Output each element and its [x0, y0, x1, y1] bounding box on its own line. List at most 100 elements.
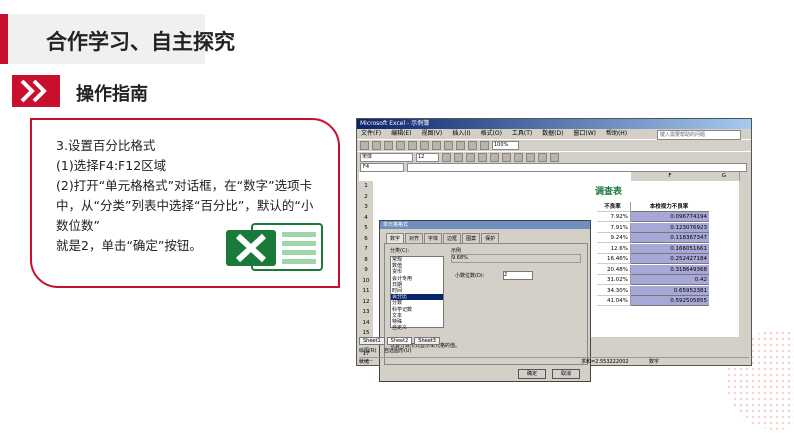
cancel-button[interactable]: 取消	[552, 369, 580, 379]
title-accent	[0, 14, 8, 64]
category-list[interactable]: 常规 数值 货币 会计专用 日期 时间 百分比 分数 科学记数 文本 特殊 自定义	[390, 256, 444, 331]
cell-e[interactable]: 16.46%	[597, 254, 631, 264]
decimal-label: 小数位数(D):	[455, 273, 485, 279]
col-header-g[interactable]: G	[709, 172, 740, 181]
tab-font[interactable]: 字体	[424, 233, 443, 243]
cell-f[interactable]: 0.166051661	[631, 243, 709, 254]
autoshape-menu[interactable]: 自选图形(U)	[384, 348, 412, 354]
cell-f[interactable]: 0.096774194	[631, 212, 709, 222]
cell-e[interactable]: 7.92%	[597, 212, 631, 222]
cell-e[interactable]: 20.48%	[597, 264, 631, 275]
sheet-title: 调查表	[595, 187, 623, 197]
status-ready: 就绪	[359, 359, 370, 365]
cell-f[interactable]: 0.65952381	[631, 285, 709, 296]
cell-f[interactable]: 0.252427184	[631, 254, 709, 264]
percent-icon[interactable]	[526, 153, 535, 162]
align-right-icon[interactable]	[502, 153, 511, 162]
category-label: 分类(C):	[390, 248, 410, 254]
tab-protection[interactable]: 保护	[481, 233, 500, 243]
dialog-tabs: 数字 对齐 字体 边框 图案 保护	[386, 233, 590, 243]
cell-e[interactable]: 9.24%	[597, 233, 631, 243]
cell-e[interactable]: 12.6%	[597, 243, 631, 254]
copy-icon[interactable]	[420, 141, 429, 150]
help-search-input[interactable]: 键入需要帮助的问题	[657, 130, 741, 140]
tab-alignment[interactable]: 对齐	[405, 233, 424, 243]
format-toolbar: 宋体 12	[357, 151, 751, 163]
dialog-title: 单元格格式	[380, 221, 590, 229]
sheet-tab-2[interactable]: Sheet2	[386, 337, 413, 345]
cut-icon[interactable]	[408, 141, 417, 150]
underline-icon[interactable]	[466, 153, 475, 162]
sample-label: 示例	[451, 248, 462, 254]
status-bar: 就绪 求和=2.553222002 数字	[359, 357, 749, 366]
ok-button[interactable]: 确定	[518, 369, 546, 379]
cell-f[interactable]: 0.592505855	[631, 296, 709, 306]
draw-menu[interactable]: 绘图(R)	[359, 348, 376, 354]
cell-f[interactable]: 0.42	[631, 275, 709, 285]
sum-icon[interactable]	[456, 141, 465, 150]
step-title: 3.设置百分比格式	[56, 138, 156, 153]
tab-border[interactable]: 边框	[443, 233, 462, 243]
align-center-icon[interactable]	[490, 153, 499, 162]
tab-number[interactable]: 数字	[386, 233, 405, 243]
sort-icon[interactable]	[468, 141, 477, 150]
tab-pattern[interactable]: 图案	[462, 233, 481, 243]
menu-insert[interactable]: 插入(I)	[452, 130, 470, 137]
decimal-places-input[interactable]: 2	[503, 271, 533, 280]
menu-window[interactable]: 窗口(W)	[573, 130, 596, 137]
cell-e[interactable]: 7.91%	[597, 222, 631, 233]
page-title: 合作学习、自主探究	[46, 30, 235, 54]
cell-e3[interactable]: 不良率	[597, 202, 631, 212]
sheet-tab-1[interactable]: Sheet1	[359, 337, 385, 345]
section-title: 操作指南	[76, 84, 148, 105]
zoom-select[interactable]: 100%	[492, 141, 519, 150]
print-icon[interactable]	[396, 141, 405, 150]
menu-file[interactable]: 文件(F)	[361, 130, 381, 137]
new-icon[interactable]	[360, 141, 369, 150]
sample-value: 9.68%	[451, 254, 581, 263]
font-size-select[interactable]: 12	[416, 153, 439, 162]
menu-edit[interactable]: 编辑(E)	[391, 130, 411, 137]
border-icon[interactable]	[538, 153, 547, 162]
excel-screenshot: Microsoft Excel - 示例簿 文件(F) 编辑(E) 视图(V) …	[356, 118, 752, 382]
cell-e[interactable]: 41.04%	[597, 296, 631, 306]
align-left-icon[interactable]	[478, 153, 487, 162]
font-name-select[interactable]: 宋体	[360, 153, 413, 162]
name-box[interactable]: F4	[360, 163, 404, 172]
chevron-right-icon	[12, 75, 60, 107]
worksheet-grid[interactable]: F G 1234567891011121314151617 调查表 不良率 本校…	[359, 172, 740, 382]
sheet-tab-3[interactable]: Sheet3	[414, 337, 440, 345]
menu-data[interactable]: 数据(D)	[542, 130, 563, 137]
col-header-f[interactable]: F	[631, 172, 710, 181]
status-sum: 求和=2.553222002	[581, 359, 629, 365]
cell-f[interactable]: 0.123076923	[631, 222, 709, 233]
open-icon[interactable]	[372, 141, 381, 150]
sheet-tab-bar: Sheet1 Sheet2 Sheet3	[359, 337, 739, 345]
cell-f[interactable]: 0.318649368	[631, 264, 709, 275]
step-line-1: (1)选择F4:F12区域	[56, 158, 167, 173]
cell-e[interactable]: 31.02%	[597, 275, 631, 285]
save-icon[interactable]	[384, 141, 393, 150]
chart-icon[interactable]	[480, 141, 489, 150]
category-item[interactable]: 自定义	[391, 325, 443, 331]
bold-icon[interactable]	[442, 153, 451, 162]
cell-e[interactable]: 34.30%	[597, 285, 631, 296]
standard-toolbar: 100%	[357, 139, 751, 151]
cell-f[interactable]: 0.118367347	[631, 233, 709, 243]
fill-color-icon[interactable]	[550, 153, 559, 162]
menu-view[interactable]: 视图(V)	[421, 130, 442, 137]
status-mode: 数字	[649, 359, 660, 365]
paste-icon[interactable]	[432, 141, 441, 150]
menu-format[interactable]: 格式(O)	[481, 130, 502, 137]
menu-tools[interactable]: 工具(T)	[512, 130, 532, 137]
merge-icon[interactable]	[514, 153, 523, 162]
italic-icon[interactable]	[454, 153, 463, 162]
excel-titlebar: Microsoft Excel - 示例簿	[357, 119, 751, 129]
formula-bar: F4	[357, 163, 751, 172]
drawing-toolbar: 绘图(R) 自选图形(U)	[359, 347, 739, 356]
cell-f3[interactable]: 本校视力不良率	[631, 202, 709, 212]
undo-icon[interactable]	[444, 141, 453, 150]
menu-help[interactable]: 帮助(H)	[606, 130, 627, 137]
excel-logo-icon	[226, 223, 323, 271]
formula-input[interactable]	[407, 163, 747, 172]
